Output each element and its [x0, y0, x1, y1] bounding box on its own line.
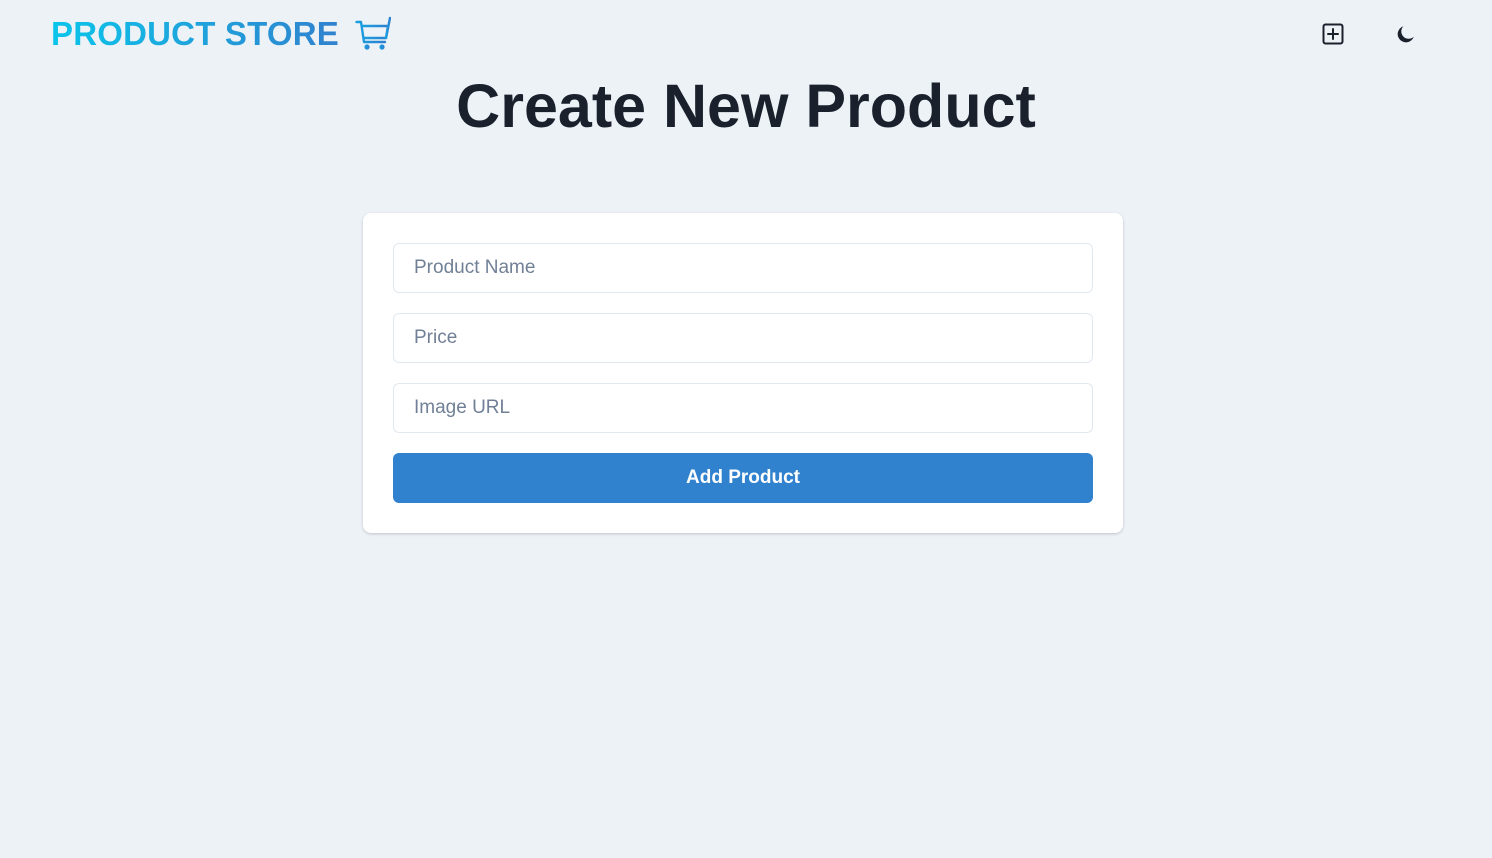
price-input[interactable]: [393, 313, 1093, 363]
create-product-form: Add Product: [363, 213, 1123, 533]
add-product-button[interactable]: Add Product: [393, 453, 1093, 503]
create-product-button[interactable]: [1313, 14, 1353, 54]
theme-toggle-button[interactable]: [1386, 14, 1426, 54]
brand-title: PRODUCT STORE: [51, 15, 340, 52]
plus-square-icon: [1321, 22, 1345, 46]
moon-icon: [1395, 23, 1417, 45]
brand-link[interactable]: PRODUCT STORE: [51, 14, 392, 54]
navbar: PRODUCT STORE: [0, 0, 1492, 68]
shopping-cart-icon: [355, 16, 392, 52]
product-name-input[interactable]: [393, 243, 1093, 293]
page-title: Create New Product: [456, 72, 1036, 140]
image-url-input[interactable]: [393, 383, 1093, 433]
